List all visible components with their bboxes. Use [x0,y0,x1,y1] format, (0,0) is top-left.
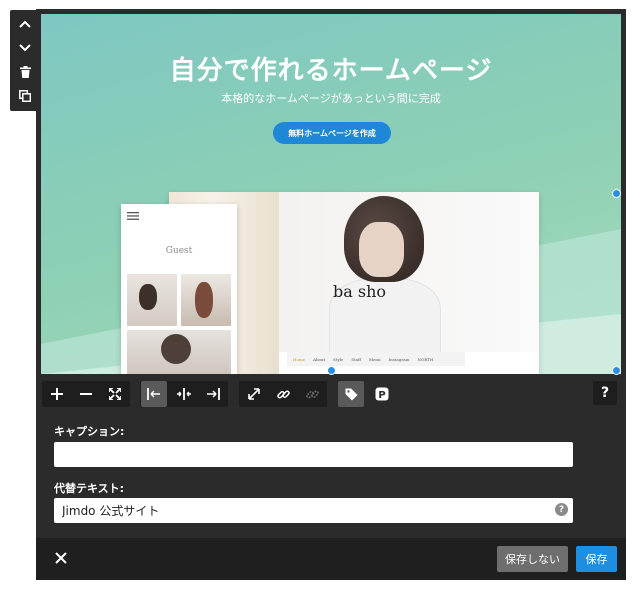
svg-text:P: P [378,390,385,401]
duplicate-icon [19,90,31,102]
hero-title: 自分で作れるホームページ [169,56,493,86]
align-center-button[interactable] [171,381,197,407]
chevron-up-icon [19,20,31,28]
hamburger-icon [127,212,139,220]
desktop-nav-item: Menu [368,356,381,362]
alt-text-help-icon[interactable]: ? [555,503,568,516]
plus-icon [51,388,63,400]
caption-label: キャプション: [54,425,125,438]
zoom-group [42,381,130,407]
align-left-button[interactable] [141,381,167,407]
mobile-photo-hair [139,284,157,310]
desktop-nav-item: Instagram [388,356,410,362]
tag-icon [345,388,357,400]
desktop-brand: ba sho [333,282,387,301]
align-right-icon [207,388,220,400]
pinterest-icon: P [375,387,389,401]
mobile-photo-hair [195,282,213,318]
desktop-nav-item: Home [293,356,306,362]
mobile-mockup: Guest [121,204,237,374]
chevron-down-icon [19,44,31,52]
pinterest-button[interactable]: P [369,381,395,407]
mobile-photo-hair [161,334,191,364]
link-button[interactable] [270,381,296,407]
alt-text-label: 代替テキスト: [54,482,125,495]
resize-handle-bottom[interactable] [327,366,336,375]
desktop-nav: Home About Style Staff Menu Instagram NO… [287,352,465,366]
mobile-guest-label: Guest [165,246,193,256]
resize-handle-right[interactable] [612,189,621,198]
link-group [239,381,327,407]
fullscreen-button[interactable] [241,381,267,407]
align-center-icon [177,388,191,400]
desktop-nav-item: Staff [351,356,361,362]
desktop-nav-item: Style [333,356,344,362]
align-right-button[interactable] [200,381,226,407]
image-preview[interactable]: 自分で作れるホームページ 本格的なホームページがあっという間に完成 無料ホームペ… [41,14,621,374]
discard-button[interactable]: 保存しない [497,546,568,572]
save-button[interactable]: 保存 [576,546,617,572]
help-button[interactable]: ? [593,381,617,405]
desktop-nav-item: About [313,356,326,362]
portrait-face [359,222,404,277]
minus-icon [80,393,92,395]
align-left-icon [147,388,160,400]
link-icon [276,389,290,399]
caption-input[interactable] [54,442,573,467]
trash-icon [19,66,31,78]
alt-text-input[interactable] [54,498,573,523]
hero-subtitle: 本格的なホームページがあっという間に完成 [221,92,441,105]
resize-handle-corner[interactable] [612,366,621,375]
image-editor-panel: 自分で作れるホームページ 本格的なホームページがあっという間に完成 無料ホームペ… [36,9,626,580]
align-group [140,381,228,407]
fit-button[interactable] [102,381,128,407]
unlink-button[interactable] [299,381,325,407]
close-button[interactable] [52,549,70,567]
fullscreen-icon [248,388,260,400]
unlink-icon [305,389,319,399]
alt-tag-button[interactable] [338,381,364,407]
editor-footer: 保存しない 保存 [36,538,626,580]
desktop-nav-item: NORTH [417,356,434,362]
hero-cta-button: 無料ホームページを作成 [273,122,391,144]
zoom-in-button[interactable] [44,381,70,407]
zoom-out-button[interactable] [73,381,99,407]
expand-icon [109,388,121,400]
close-icon [55,552,67,564]
